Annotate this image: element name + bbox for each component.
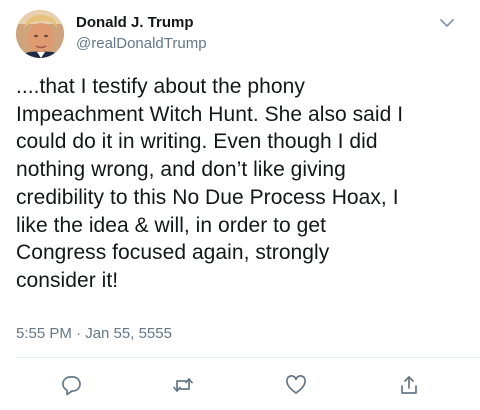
profile-photo-icon (16, 10, 64, 58)
more-options-chevron-down-icon[interactable] (436, 12, 458, 34)
actions-divider (16, 357, 480, 358)
heart-icon (286, 375, 306, 394)
retweet-button[interactable] (172, 374, 194, 396)
like-button[interactable] (285, 374, 307, 396)
tweet-timestamp[interactable]: 5:55 PM · Jan 55, 5555 (16, 325, 172, 342)
share-button[interactable] (398, 374, 420, 396)
tweet-text: ....that I testify about the phony Impea… (16, 75, 404, 292)
author-avatar[interactable] (16, 10, 64, 58)
speech-bubble-icon (62, 376, 81, 396)
retweet-arrows-icon (173, 378, 193, 392)
tweet-card: Donald J. Trump @realDonaldTrump ....tha… (0, 0, 480, 410)
share-upload-icon (401, 376, 417, 394)
author-handle[interactable]: @realDonaldTrump (76, 35, 207, 52)
author-name[interactable]: Donald J. Trump (76, 14, 194, 31)
reply-button[interactable] (60, 374, 82, 396)
